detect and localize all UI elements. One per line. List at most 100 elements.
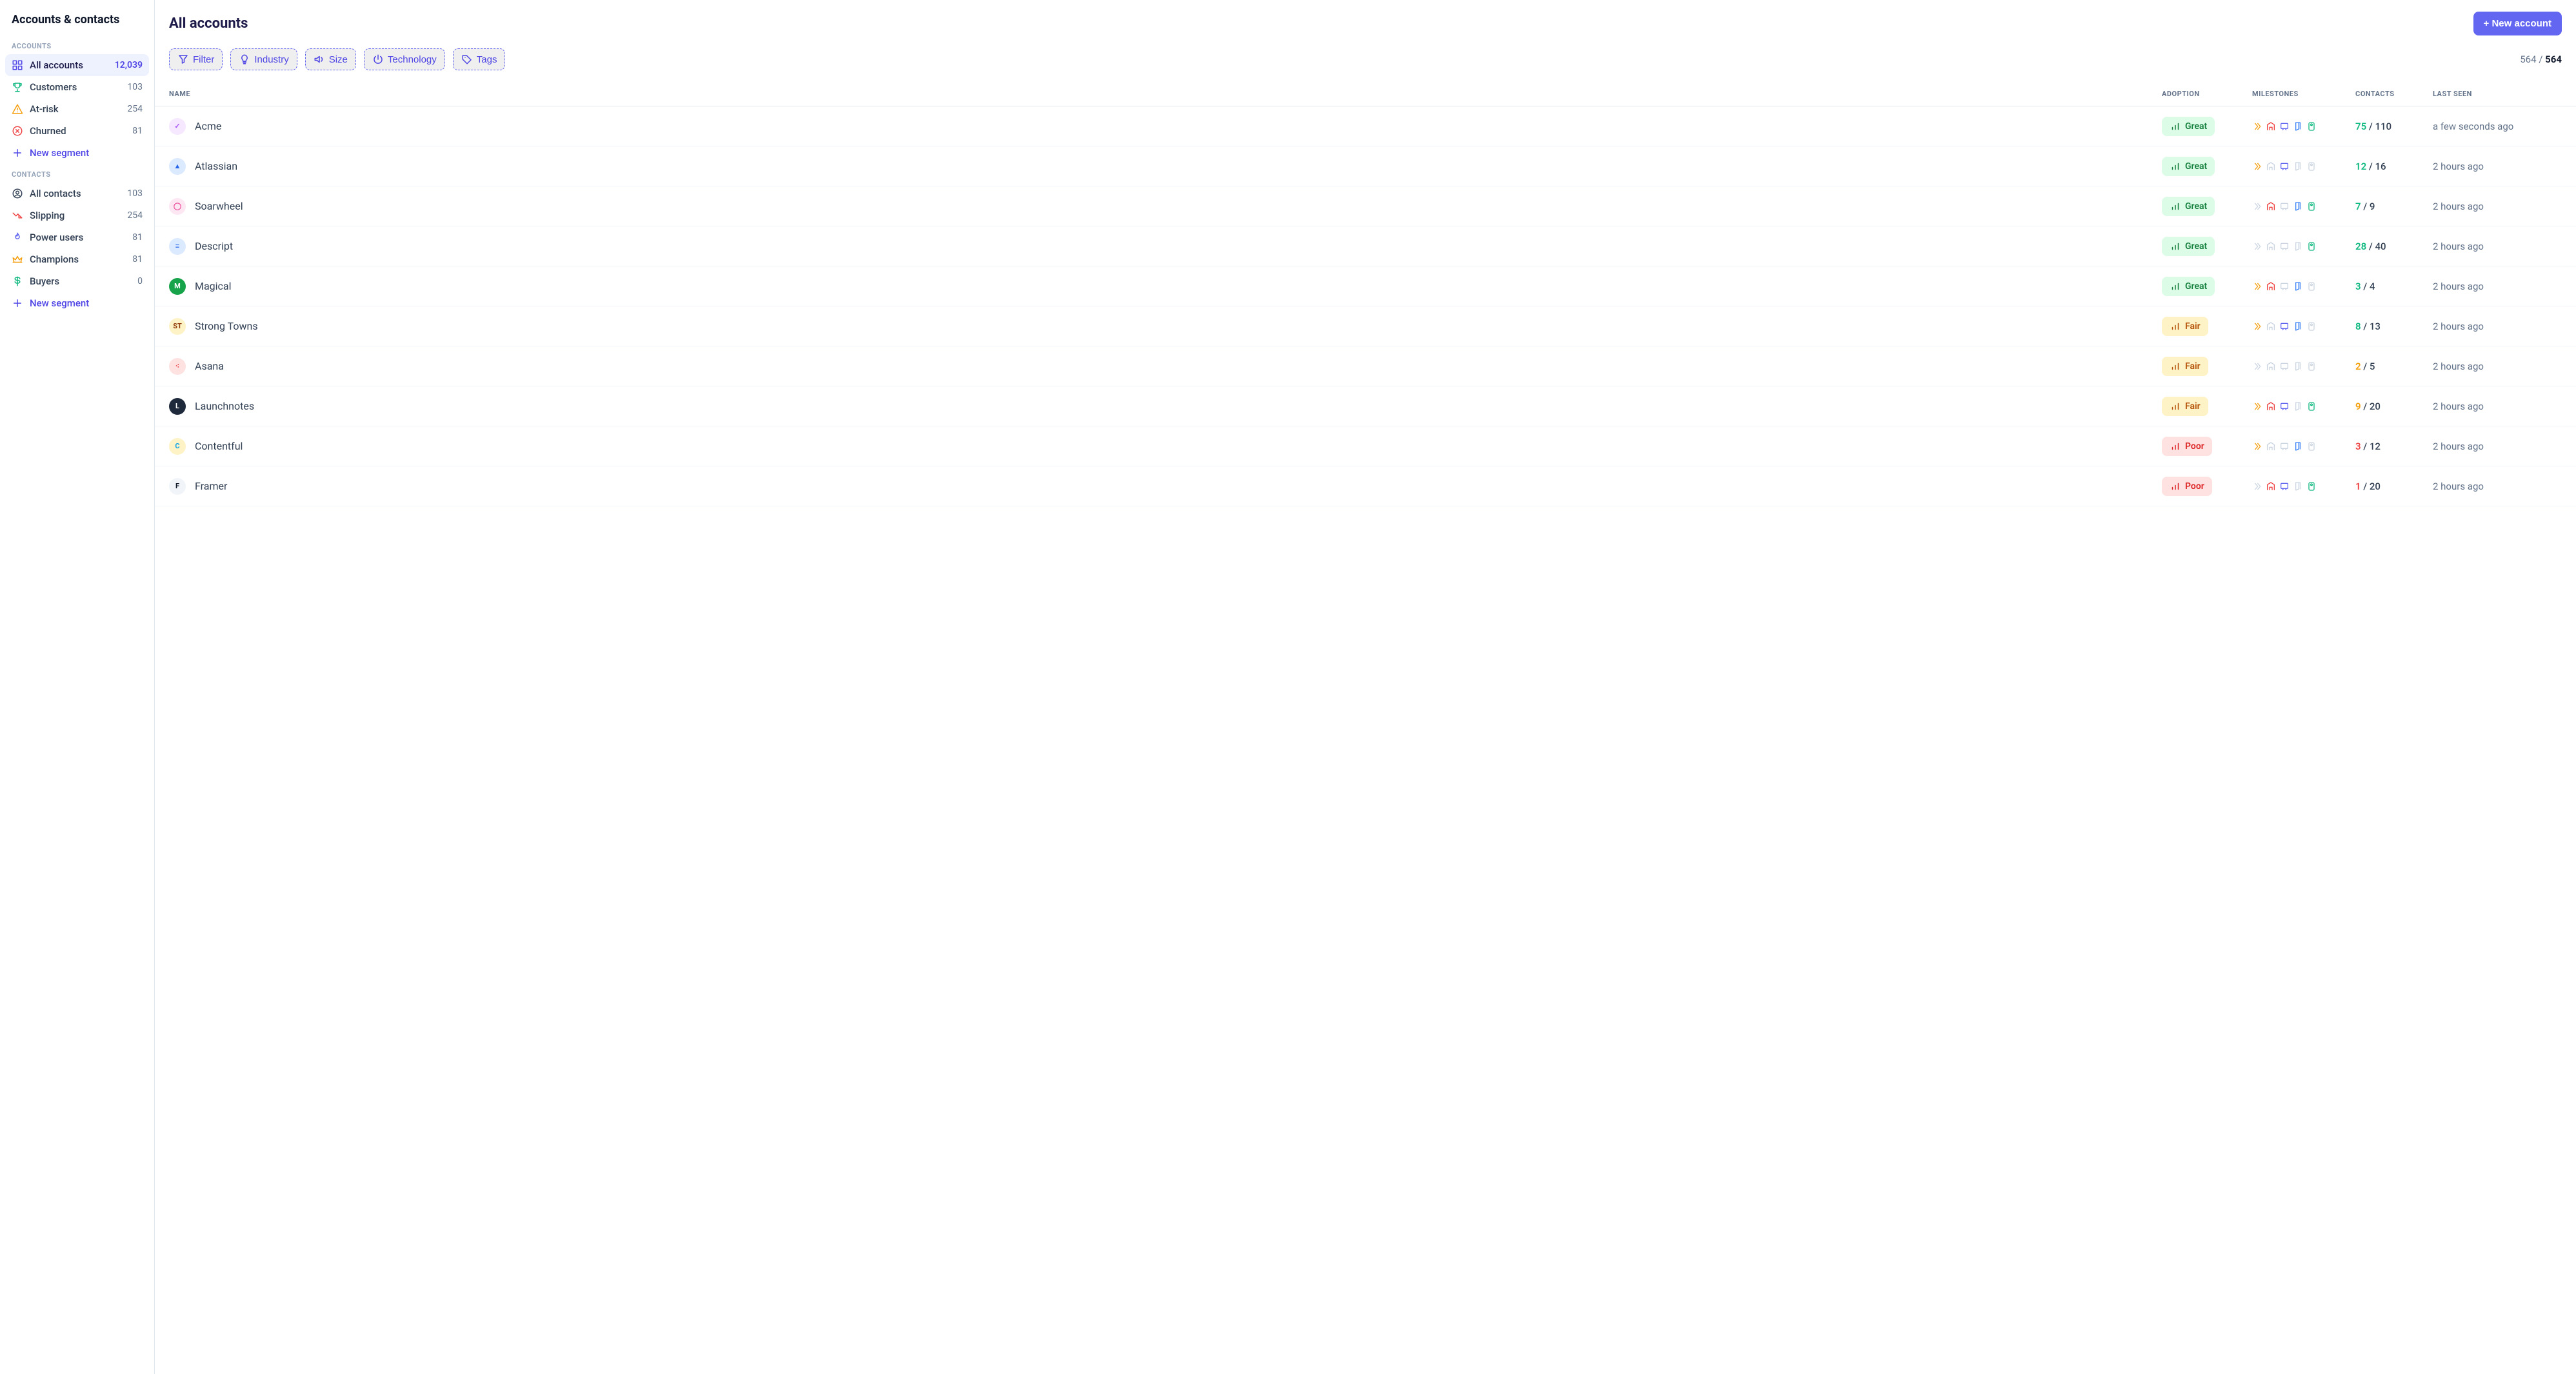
sidebar-item-churned[interactable]: Churned 81 [5,120,149,142]
table-row[interactable]: ≡ Descript Great 28 / 40 2 hours ago [155,226,2576,266]
speaker-icon [314,54,325,65]
table-row[interactable]: L Launchnotes Fair 9 / 20 2 hours ago [155,386,2576,426]
sidebar-item-champions[interactable]: Champions 81 [5,248,149,270]
adoption-badge: Great [2162,277,2215,296]
new-account-button[interactable]: + New account [2473,12,2562,35]
milestones-cell [2252,401,2355,412]
bulb-icon [239,54,250,65]
warning-icon [12,103,23,115]
milestone-icon-2 [2279,481,2290,492]
milestone-icon-3 [2293,161,2303,172]
col-adoption[interactable]: ADOPTION [2162,82,2252,106]
sidebar-item-label: All contacts [30,188,121,199]
filter-chip-technology[interactable]: Technology [364,48,445,70]
contacts-cell: 7 / 9 [2355,201,2433,212]
account-logo: ⁖ [169,358,186,375]
account-logo: ▲ [169,158,186,175]
col-milestones[interactable]: MILESTONES [2252,82,2355,106]
page-title: All accounts [169,15,248,32]
milestone-icon-0 [2252,161,2262,172]
name-cell: ✓ Acme [169,118,2162,135]
milestone-icon-4 [2306,321,2317,332]
milestones-cell [2252,121,2355,132]
contacts-active: 12 [2355,161,2366,172]
adoption-cell: Poor [2162,477,2252,496]
milestone-icon-2 [2279,161,2290,172]
table-row[interactable]: M Magical Great 3 / 4 2 hours ago [155,266,2576,306]
milestone-icon-2 [2279,241,2290,252]
table-row[interactable]: ◯ Soarwheel Great 7 / 9 2 hours ago [155,186,2576,226]
user-circle-icon [12,188,23,199]
new-segment-button[interactable]: New segment [5,142,149,164]
table-row[interactable]: ⁖ Asana Fair 2 / 5 2 hours ago [155,346,2576,386]
table-row[interactable]: ST Strong Towns Fair 8 / 13 2 hours ago [155,306,2576,346]
milestone-icon-4 [2306,161,2317,172]
name-cell: L Launchnotes [169,398,2162,415]
sidebar-item-all-contacts[interactable]: All contacts 103 [5,183,149,204]
result-count: 564 / 564 [2520,54,2562,65]
last-seen-cell: 2 hours ago [2433,441,2562,452]
sidebar-item-power-users[interactable]: Power users 81 [5,226,149,248]
plus-icon [12,147,23,159]
sidebar-item-at-risk[interactable]: At-risk 254 [5,98,149,120]
col-contacts[interactable]: CONTACTS [2355,82,2433,106]
contacts-active: 8 [2355,321,2361,332]
account-name: Descript [195,240,233,252]
filter-chip-filter[interactable]: Filter [169,48,223,70]
filter-chip-industry[interactable]: Industry [230,48,297,70]
table-row[interactable]: C Contentful Poor 3 / 12 2 hours ago [155,426,2576,466]
bars-icon [2170,401,2181,412]
sidebar-item-label: Customers [30,81,121,93]
new-segment-button[interactable]: New segment [5,292,149,314]
crown-icon [12,254,23,265]
sidebar-item-label: Buyers [30,275,131,287]
milestone-icon-3 [2293,481,2303,492]
filter-chip-size[interactable]: Size [305,48,356,70]
milestone-icon-1 [2266,281,2276,292]
name-cell: ≡ Descript [169,238,2162,255]
milestone-icon-4 [2306,201,2317,212]
milestone-icon-3 [2293,401,2303,412]
contacts-active: 1 [2355,481,2361,492]
sidebar-item-customers[interactable]: Customers 103 [5,76,149,98]
contacts-cell: 8 / 13 [2355,321,2433,332]
dollar-icon [12,275,23,287]
col-name[interactable]: NAME [169,82,2162,106]
table-row[interactable]: ✓ Acme Great 75 / 110 a few seconds ago [155,106,2576,146]
account-logo: ◯ [169,198,186,215]
contacts-active: 75 [2355,121,2366,132]
contacts-active: 7 [2355,201,2361,212]
count-total: 564 [2545,54,2562,65]
sidebar-item-buyers[interactable]: Buyers 0 [5,270,149,292]
sidebar-item-count: 254 [127,210,143,221]
table-row[interactable]: ▲ Atlassian Great 12 / 16 2 hours ago [155,146,2576,186]
account-name: Magical [195,280,232,292]
adoption-cell: Fair [2162,397,2252,416]
adoption-label: Great [2185,241,2207,252]
adoption-cell: Fair [2162,357,2252,376]
milestones-cell [2252,481,2355,492]
x-circle-icon [12,125,23,137]
bars-icon [2170,201,2181,212]
sidebar-item-label: New segment [30,147,143,159]
table-row[interactable]: F Framer Poor 1 / 20 2 hours ago [155,466,2576,506]
account-name: Soarwheel [195,200,243,212]
sidebar-item-label: Power users [30,232,126,243]
chip-label: Tags [477,54,497,65]
adoption-cell: Great [2162,117,2252,136]
count-shown: 564 [2520,54,2536,65]
milestone-icon-1 [2266,321,2276,332]
sidebar-item-slipping[interactable]: Slipping 254 [5,204,149,226]
milestone-icon-4 [2306,481,2317,492]
bars-icon [2170,361,2181,372]
sidebar-item-all-accounts[interactable]: All accounts 12,039 [5,54,149,76]
milestone-icon-1 [2266,441,2276,452]
filter-chip-tags[interactable]: Tags [453,48,506,70]
sidebar-item-count: 81 [132,254,143,264]
account-name: Acme [195,120,221,132]
adoption-badge: Fair [2162,357,2208,376]
col-last-seen[interactable]: LAST SEEN [2433,82,2562,106]
name-cell: ▲ Atlassian [169,158,2162,175]
bars-icon [2170,481,2181,492]
account-name: Contentful [195,440,243,452]
